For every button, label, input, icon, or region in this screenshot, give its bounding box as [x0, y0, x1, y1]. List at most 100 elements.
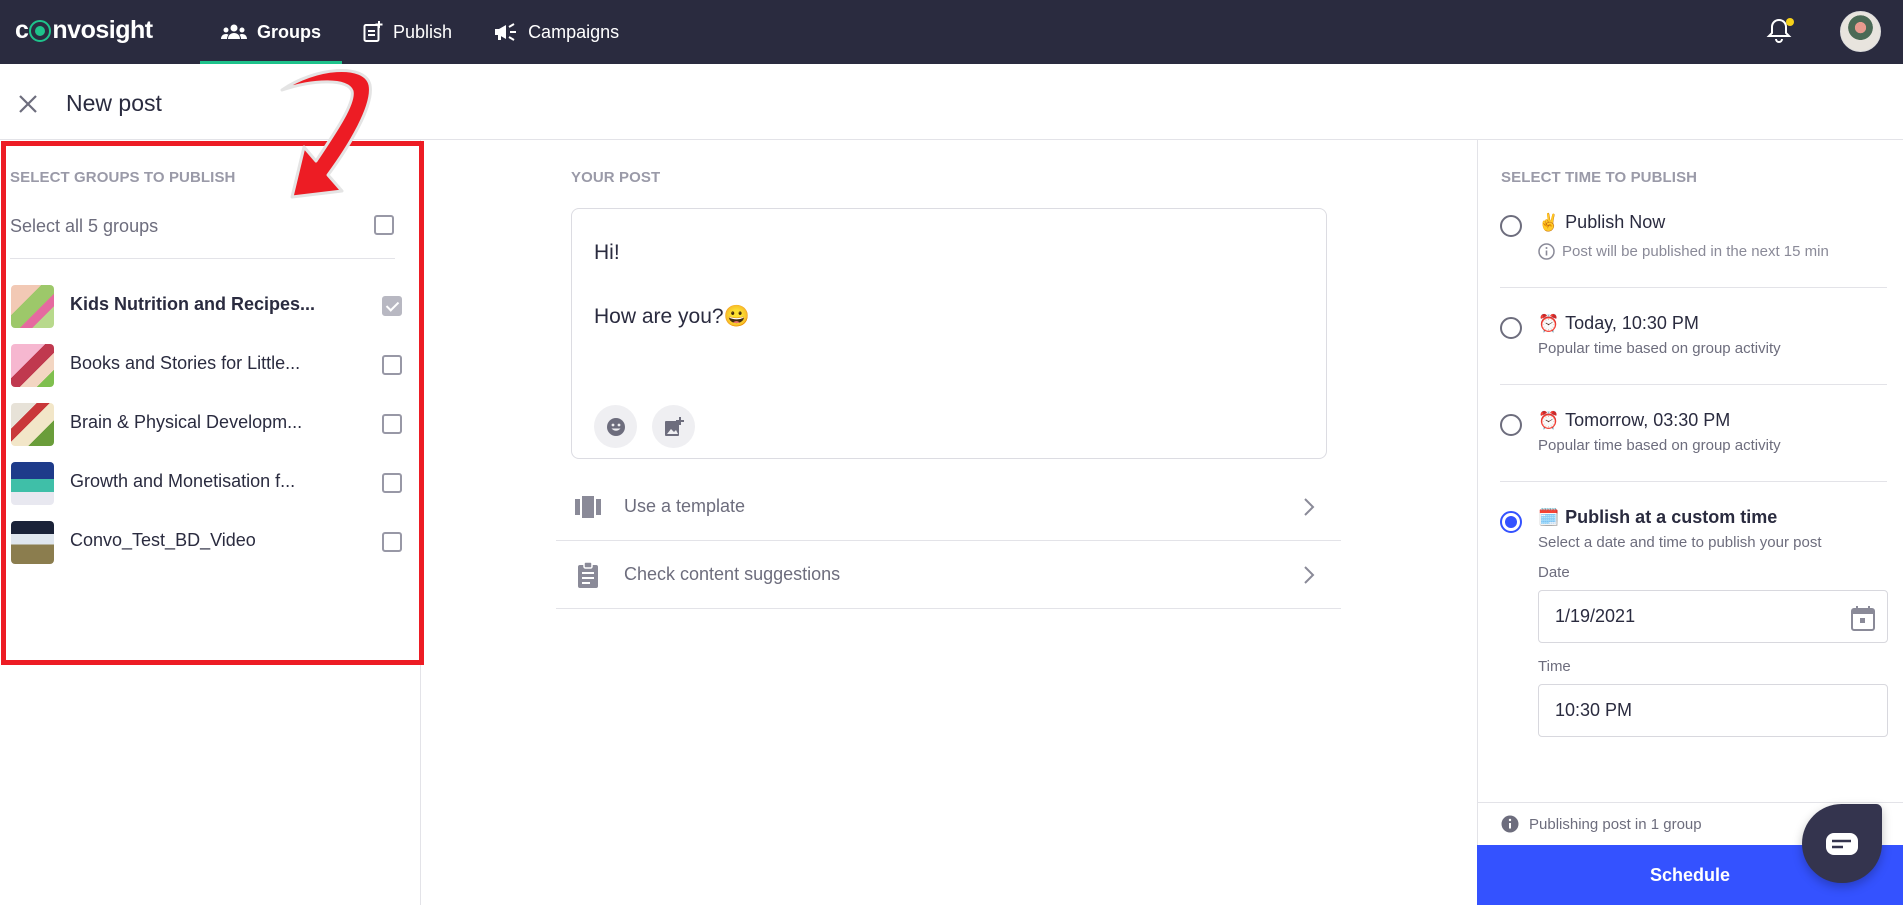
chevron-right-icon — [1304, 498, 1315, 516]
chat-support-button[interactable] — [1802, 804, 1882, 883]
select-all-checkbox[interactable] — [374, 215, 394, 235]
divider — [1500, 384, 1887, 385]
divider — [1478, 802, 1903, 803]
publishing-info-text: Publishing post in 1 group — [1529, 815, 1702, 833]
nav-tab-campaigns[interactable]: Campaigns — [473, 0, 640, 64]
page-title: New post — [66, 90, 162, 116]
add-image-button[interactable] — [652, 405, 695, 448]
publish-now-radio[interactable] — [1500, 215, 1522, 237]
tomorrow-time-label: Tomorrow, 03:30 PM — [1565, 410, 1731, 430]
post-editor[interactable]: Hi! How are you?😀 — [571, 208, 1327, 459]
top-nav-bar: c nvosight Groups Publish Campaigns — [0, 0, 1903, 64]
close-icon — [19, 95, 37, 113]
group-name: Growth and Monetisation f... — [70, 471, 296, 491]
tomorrow-time-title: ⏰ Tomorrow, 03:30 PM — [1538, 410, 1730, 431]
group-name: Convo_Test_BD_Video — [70, 530, 256, 550]
page-header — [0, 64, 1903, 140]
group-thumbnail — [11, 344, 54, 387]
group-name: Brain & Physical Developm... — [70, 412, 303, 432]
emoji-button[interactable] — [594, 405, 637, 448]
nav-tab-groups[interactable]: Groups — [200, 0, 343, 64]
calendar-icon[interactable] — [1851, 605, 1875, 631]
post-content[interactable]: Hi! How are you?😀 — [594, 237, 750, 365]
time-panel: SELECT TIME TO PUBLISH ✌️ Publish Now Po… — [1477, 140, 1903, 905]
time-value: 10:30 PM — [1555, 700, 1633, 720]
date-input[interactable]: 1/19/2021 — [1538, 590, 1888, 643]
groups-panel: SELECT GROUPS TO PUBLISH Select all 5 gr… — [0, 140, 421, 905]
group-checkbox[interactable] — [382, 473, 402, 493]
nav-tab-publish-label: Publish — [393, 21, 453, 42]
today-time-radio[interactable] — [1500, 317, 1522, 339]
time-section-label: SELECT TIME TO PUBLISH — [1501, 169, 1698, 186]
group-name: Kids Nutrition and Recipes... — [70, 294, 316, 314]
post-line: How are you?😀 — [594, 305, 750, 328]
info-outline-icon — [1538, 243, 1555, 260]
group-row[interactable]: Growth and Monetisation f... — [0, 458, 420, 508]
alarm-clock-icon: ⏰ — [1538, 313, 1560, 333]
emoji-icon — [606, 417, 625, 436]
group-row[interactable]: Kids Nutrition and Recipes... — [0, 281, 420, 331]
custom-time-subtitle: Select a date and time to publish your p… — [1538, 534, 1822, 551]
template-icon — [575, 495, 601, 518]
convosight-logo[interactable]: c nvosight — [15, 15, 153, 45]
date-label: Date — [1538, 564, 1570, 581]
megaphone-icon — [495, 23, 517, 41]
calendar-emoji-icon: 🗓️ — [1538, 507, 1560, 527]
publish-icon — [363, 21, 383, 42]
groups-icon — [221, 24, 247, 39]
content-suggestions-label: Check content suggestions — [624, 564, 841, 584]
group-thumbnail — [11, 462, 54, 505]
post-section-label: YOUR POST — [571, 169, 661, 186]
post-line: Hi! — [594, 241, 620, 264]
tomorrow-time-radio[interactable] — [1500, 414, 1522, 436]
add-image-icon — [664, 416, 684, 436]
notifications-button[interactable] — [1766, 16, 1794, 44]
chat-icon — [1826, 832, 1858, 855]
publish-now-label: Publish Now — [1565, 212, 1666, 232]
logo-mark-icon — [29, 20, 52, 42]
group-name: Books and Stories for Little... — [70, 353, 301, 373]
use-template-option[interactable]: Use a template — [556, 473, 1341, 541]
group-checkbox[interactable] — [382, 414, 402, 434]
custom-time-title: 🗓️ Publish at a custom time — [1538, 507, 1777, 528]
info-icon — [1501, 815, 1519, 833]
publish-now-subtitle: Post will be published in the next 15 mi… — [1538, 243, 1829, 260]
select-all-label: Select all 5 groups — [10, 216, 159, 236]
time-label: Time — [1538, 658, 1571, 675]
today-time-label: Today, 10:30 PM — [1565, 313, 1699, 333]
group-row[interactable]: Books and Stories for Little... — [0, 340, 420, 390]
publishing-info: Publishing post in 1 group — [1501, 815, 1702, 833]
publish-now-title: ✌️ Publish Now — [1538, 212, 1665, 233]
date-value: 1/19/2021 — [1555, 606, 1636, 626]
time-input[interactable]: 10:30 PM — [1538, 684, 1888, 737]
divider — [1500, 287, 1887, 288]
crossed-fingers-icon: ✌️ — [1538, 212, 1560, 232]
group-checkbox[interactable] — [382, 296, 402, 316]
alarm-clock-icon: ⏰ — [1538, 410, 1560, 430]
custom-time-radio[interactable] — [1500, 511, 1522, 533]
group-thumbnail — [11, 403, 54, 446]
group-row[interactable]: Brain & Physical Developm... — [0, 399, 420, 449]
nav-tab-publish[interactable]: Publish — [342, 0, 473, 64]
group-checkbox[interactable] — [382, 532, 402, 552]
today-time-title: ⏰ Today, 10:30 PM — [1538, 313, 1699, 334]
publish-now-hint: Post will be published in the next 15 mi… — [1562, 243, 1829, 260]
nav-tab-groups-label: Groups — [257, 21, 322, 42]
use-template-label: Use a template — [624, 496, 746, 516]
custom-time-label: Publish at a custom time — [1565, 507, 1778, 527]
close-button[interactable] — [16, 92, 40, 116]
user-avatar[interactable] — [1840, 11, 1881, 52]
group-checkbox[interactable] — [382, 355, 402, 375]
notification-badge — [1786, 18, 1794, 26]
main-nav: Groups Publish Campaigns — [200, 0, 640, 64]
clipboard-icon — [578, 561, 598, 588]
groups-section-label: SELECT GROUPS TO PUBLISH — [10, 169, 236, 186]
today-time-subtitle: Popular time based on group activity — [1538, 340, 1781, 357]
content-suggestions-option[interactable]: Check content suggestions — [556, 541, 1341, 609]
group-row[interactable]: Convo_Test_BD_Video — [0, 517, 420, 567]
chevron-right-icon — [1304, 566, 1315, 584]
group-thumbnail — [11, 521, 54, 564]
logo-text-c: c — [15, 15, 29, 44]
nav-tab-campaigns-label: Campaigns — [528, 21, 620, 42]
logo-text-rest: nvosight — [52, 15, 153, 44]
